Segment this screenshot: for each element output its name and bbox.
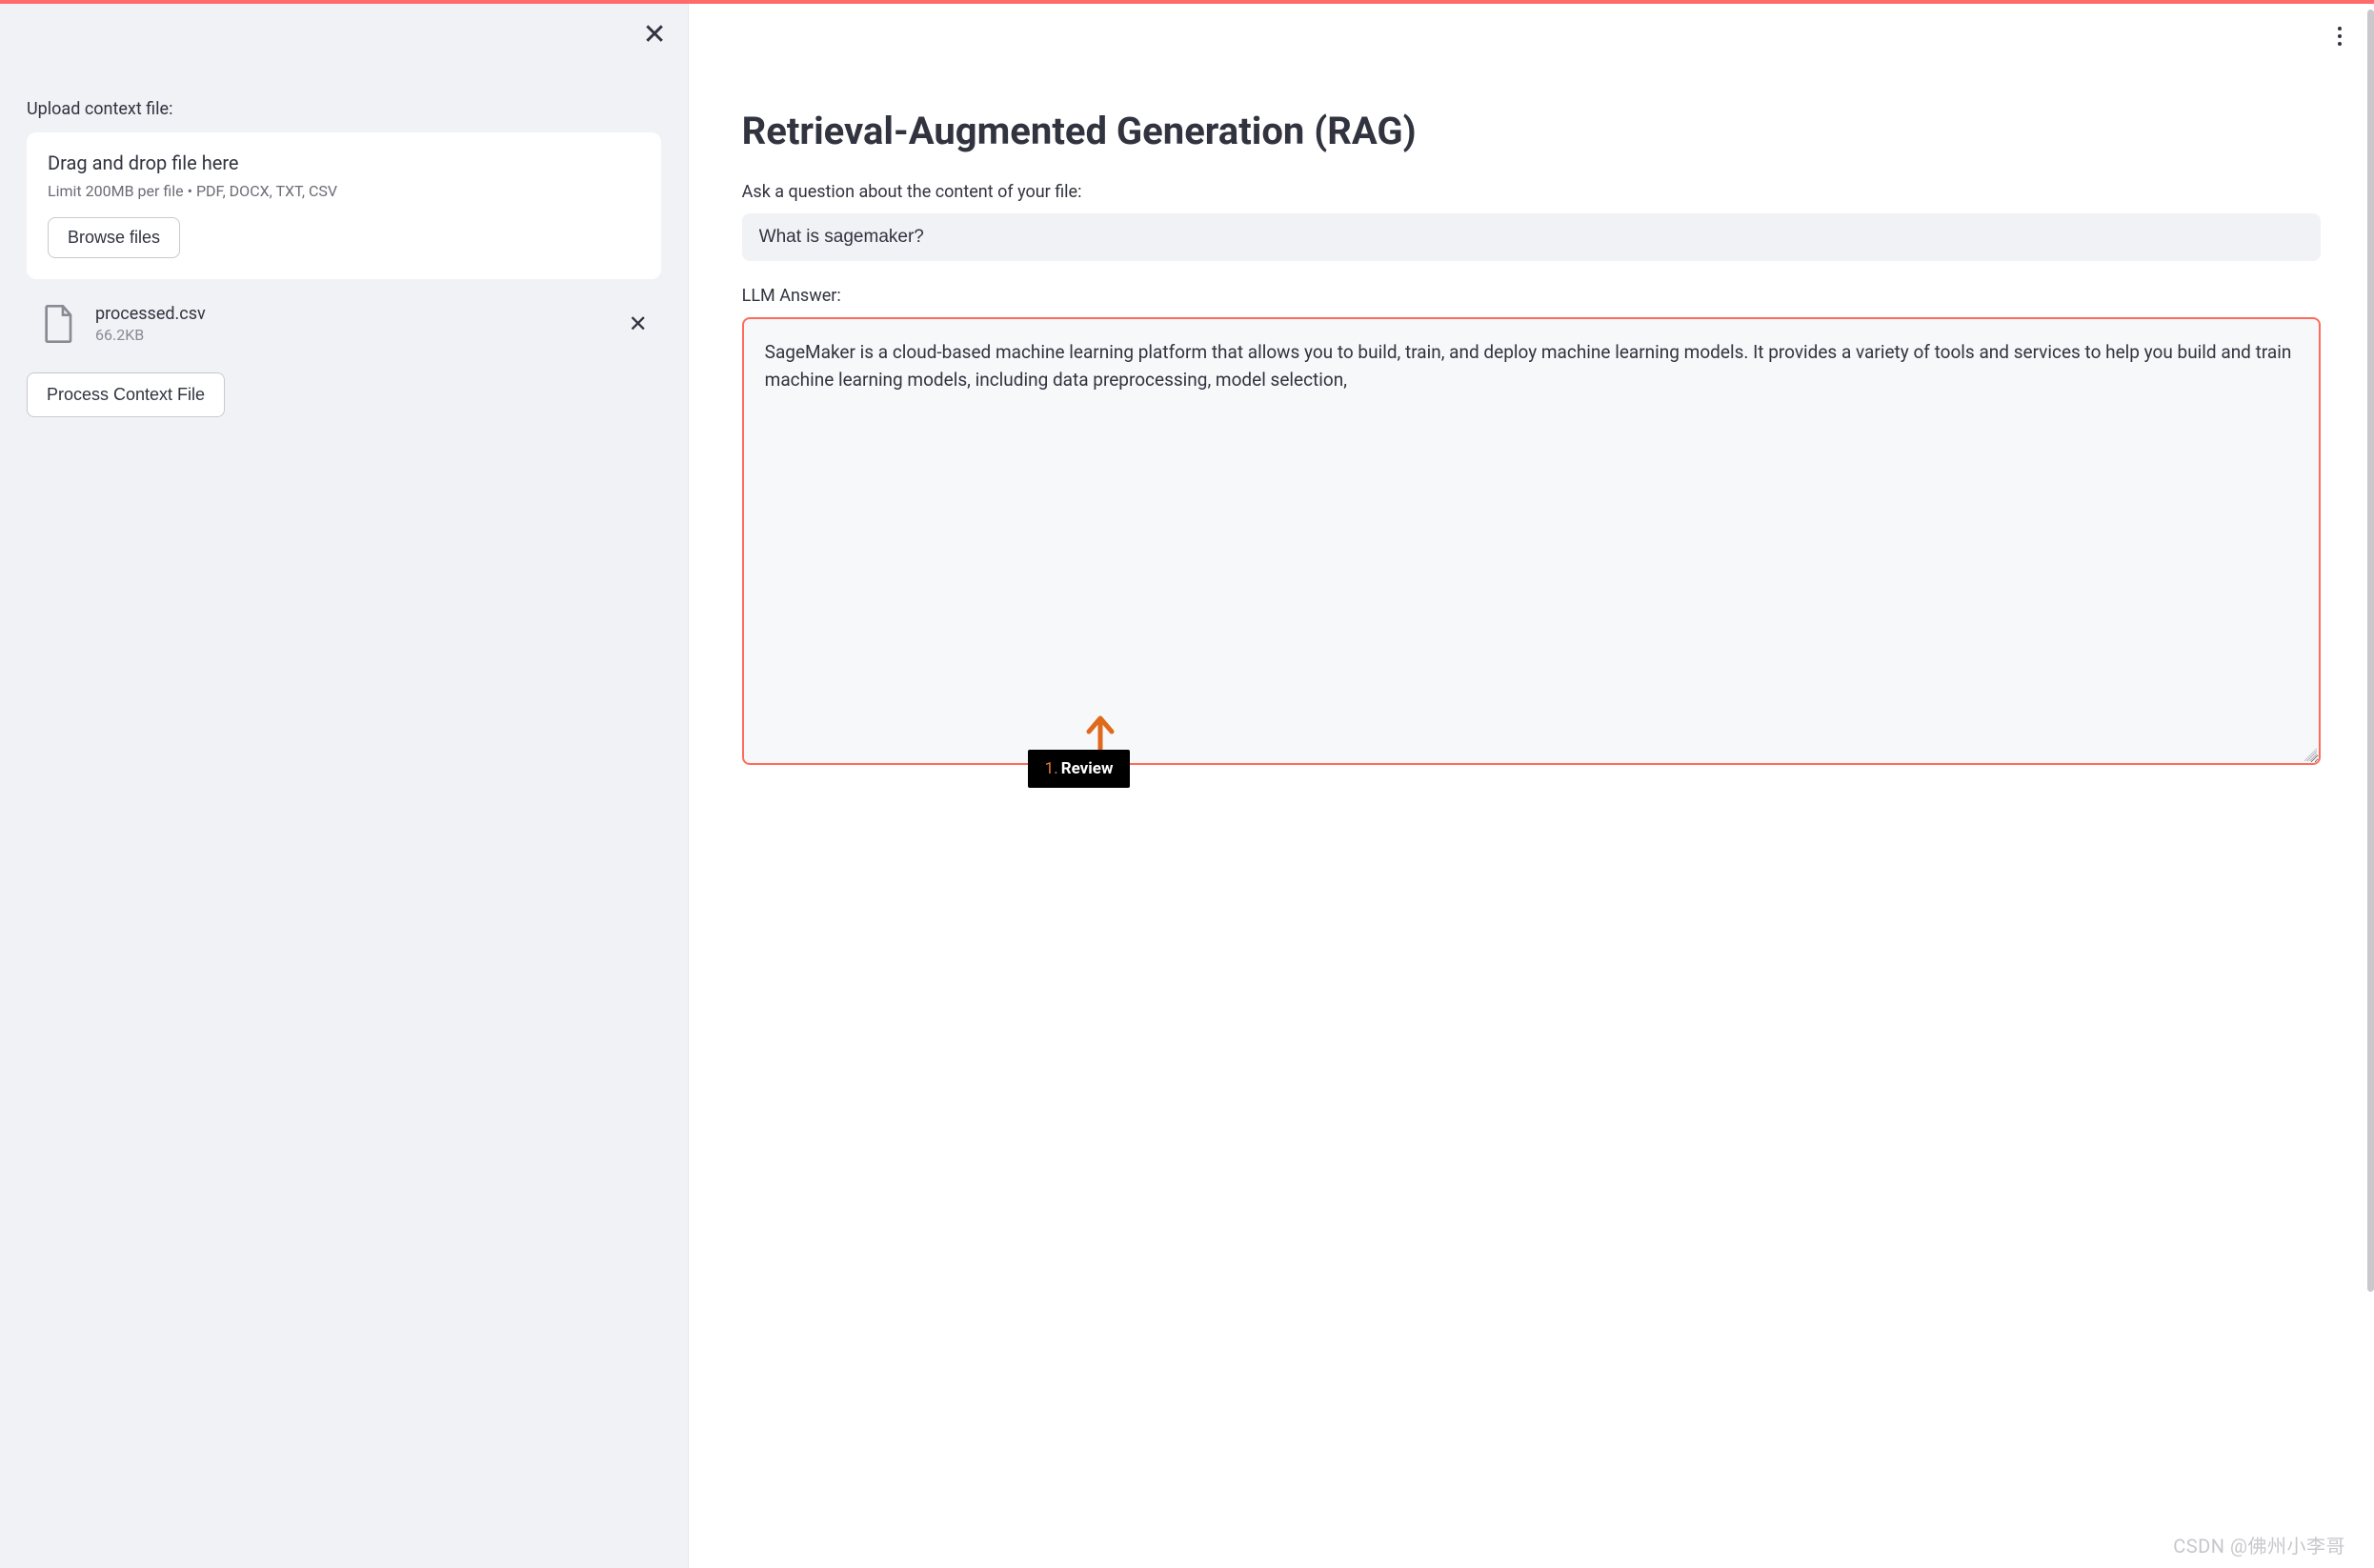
watermark: CSDN @佛州小李哥: [2173, 1531, 2345, 1558]
page-title: Retrieval-Augmented Generation (RAG): [742, 109, 2321, 153]
answer-textarea[interactable]: SageMaker is a cloud-based machine learn…: [742, 317, 2321, 765]
main-content: Retrieval-Augmented Generation (RAG) Ask…: [689, 4, 2374, 1568]
process-context-button[interactable]: Process Context File: [27, 372, 225, 417]
dropzone-title: Drag and drop file here: [48, 151, 640, 174]
remove-file-button[interactable]: ✕: [619, 307, 657, 342]
annotation-label: 1.Review: [1028, 750, 1131, 788]
upload-dropzone[interactable]: Drag and drop file here Limit 200MB per …: [27, 132, 661, 279]
app-menu-button[interactable]: [2332, 21, 2347, 51]
browse-files-button[interactable]: Browse files: [48, 217, 180, 258]
sidebar: ✕ Upload context file: Drag and drop fil…: [0, 4, 689, 1568]
kebab-icon: [2338, 27, 2342, 30]
kebab-icon: [2338, 34, 2342, 38]
uploaded-file-row: processed.csv 66.2KB ✕: [27, 304, 661, 344]
question-label: Ask a question about the content of your…: [742, 182, 2321, 202]
upload-label: Upload context file:: [27, 99, 661, 119]
answer-wrapper: SageMaker is a cloud-based machine learn…: [742, 317, 2321, 765]
annotation-text: Review: [1061, 759, 1114, 778]
dropzone-hint: Limit 200MB per file • PDF, DOCX, TXT, C…: [48, 182, 640, 200]
answer-label: LLM Answer:: [742, 286, 2321, 306]
scrollbar[interactable]: [2367, 10, 2374, 1292]
file-size: 66.2KB: [95, 326, 619, 344]
close-icon: ✕: [629, 312, 648, 337]
app-root: ✕ Upload context file: Drag and drop fil…: [0, 0, 2374, 1568]
file-icon: [44, 305, 74, 343]
close-sidebar-button[interactable]: ✕: [643, 21, 667, 50]
question-input[interactable]: [742, 213, 2321, 261]
file-meta: processed.csv 66.2KB: [95, 304, 619, 344]
annotation-number: 1.: [1045, 759, 1058, 778]
close-icon: ✕: [643, 19, 667, 50]
file-name: processed.csv: [95, 304, 619, 324]
kebab-icon: [2338, 42, 2342, 46]
